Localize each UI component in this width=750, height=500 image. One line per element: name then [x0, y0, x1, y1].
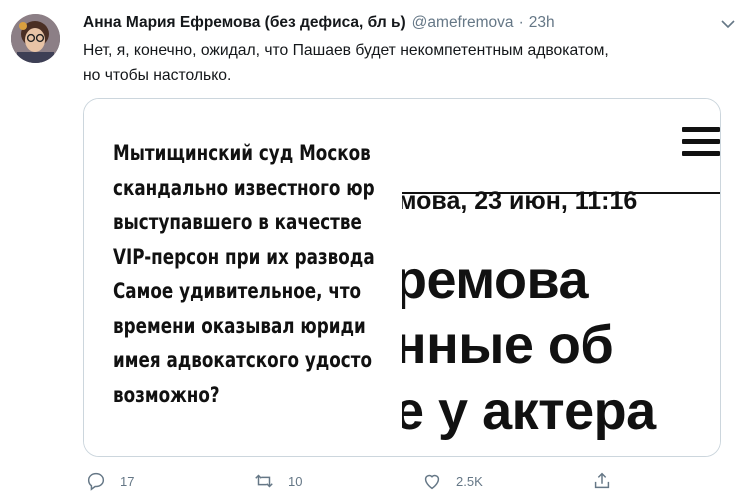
- share-button[interactable]: [591, 466, 613, 496]
- reply-button[interactable]: 17: [85, 466, 134, 496]
- tweet-actions: 17 10 2.5K: [83, 466, 723, 496]
- retweet-button[interactable]: 10: [253, 466, 302, 496]
- article-byline: мова, 23 июн, 11:16: [402, 187, 638, 215]
- separator-dot: ·: [518, 14, 524, 31]
- retweet-icon: [255, 474, 273, 488]
- article-headline-line: нные об: [402, 315, 614, 375]
- tweet-text-line: Нет, я, конечно, ожидал, что Пашаев буде…: [83, 42, 609, 59]
- chevron-down-icon[interactable]: [720, 17, 736, 31]
- article-headline-line: ремова: [402, 250, 589, 310]
- media-left-line: возможно?: [113, 382, 220, 408]
- media-left-line: VIP-персон при их развода: [113, 244, 375, 270]
- media-left-line: Мытищинский суд Москов: [113, 141, 371, 166]
- tweet-header: Анна Мария Ефремова (без дефиса, бл ь) @…: [83, 12, 730, 34]
- media-left-image: Мытищинский суд Москов скандально извест…: [84, 99, 402, 456]
- tweet-text-line: но чтобы настолько.: [83, 67, 232, 84]
- retweet-count: 10: [288, 473, 303, 489]
- avatar[interactable]: [11, 14, 60, 63]
- like-count: 2.5K: [456, 473, 483, 489]
- tweet-text: Нет, я, конечно, ожидал, что Пашаев буде…: [83, 38, 733, 88]
- reply-count: 17: [120, 473, 135, 489]
- article-headline-line: е у актера: [402, 381, 656, 441]
- media-left-line: выступавшего в качестве: [113, 210, 362, 235]
- tweet-media[interactable]: Мытищинский суд Москов скандально извест…: [83, 98, 721, 457]
- media-left-line: скандально известного юр: [113, 175, 375, 201]
- author-handle[interactable]: @amefremova: [412, 12, 514, 34]
- share-icon: [594, 472, 610, 489]
- media-left-text: Мытищинский суд Москов скандально извест…: [113, 137, 402, 413]
- media-left-line: имея адвокатского удосто: [113, 348, 372, 373]
- author-name[interactable]: Анна Мария Ефремова (без дефиса, бл ь): [83, 12, 406, 34]
- like-icon: [424, 474, 440, 490]
- media-left-line: Самое удивительное, что: [113, 279, 362, 304]
- timestamp[interactable]: 23h: [529, 12, 555, 34]
- reply-icon: [87, 472, 105, 491]
- like-button[interactable]: 2.5K: [421, 466, 483, 496]
- media-right-image: мова, 23 июн, 11:16 ремова нные об е у а…: [402, 99, 720, 456]
- menu-icon: [682, 127, 720, 157]
- media-left-line: времени оказывал юриди: [113, 313, 366, 339]
